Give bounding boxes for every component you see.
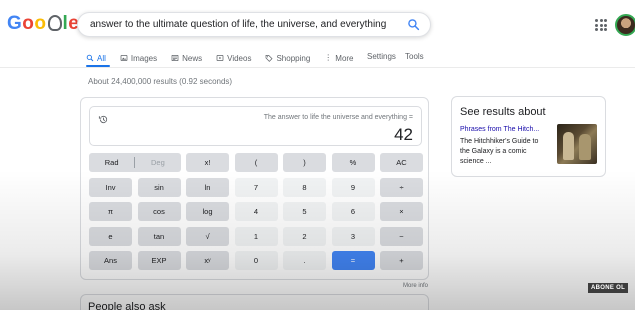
tan-key[interactable]: tan xyxy=(137,226,181,246)
tab-news[interactable]: News xyxy=(171,50,202,66)
tab-shopping[interactable]: Shopping xyxy=(265,50,310,66)
settings-link[interactable]: Settings xyxy=(367,52,396,61)
digit-3-key[interactable]: 3 xyxy=(331,226,375,246)
google-logo[interactable]: Goo le xyxy=(7,13,79,35)
search-tabs: All Images News Videos Shopping ⋮ More xyxy=(86,50,368,66)
search-box[interactable]: answer to the ultimate question of life,… xyxy=(77,12,431,37)
subtract-key[interactable]: − xyxy=(380,226,423,246)
euler-key[interactable]: e xyxy=(89,226,132,246)
ln-key[interactable]: ln xyxy=(186,177,229,197)
people-also-ask-title: People also ask xyxy=(88,301,166,310)
calculator-expression: The answer to life the universe and ever… xyxy=(263,114,413,121)
divider xyxy=(0,67,635,68)
digit-6-key[interactable]: 6 xyxy=(331,202,375,221)
video-icon xyxy=(216,54,224,62)
news-icon xyxy=(171,54,179,62)
log-key[interactable]: log xyxy=(186,202,229,221)
digit-5-key[interactable]: 5 xyxy=(283,202,326,221)
tab-label: All xyxy=(97,53,106,63)
digit-7-key[interactable]: 7 xyxy=(234,177,278,197)
rad-button[interactable]: Rad xyxy=(89,158,134,167)
more-info-link[interactable]: More info xyxy=(403,283,428,289)
equals-key[interactable]: = xyxy=(331,251,375,270)
tab-label: Images xyxy=(130,53,158,63)
history-icon[interactable] xyxy=(98,114,109,125)
calculator-display: The answer to life the universe and ever… xyxy=(89,106,422,146)
subscribe-watermark: ABONE OL xyxy=(588,283,629,293)
search-input[interactable]: answer to the ultimate question of life,… xyxy=(90,19,386,30)
decimal-key[interactable]: . xyxy=(283,251,326,270)
tab-more[interactable]: ⋮ More xyxy=(324,50,353,66)
tab-images[interactable]: Images xyxy=(120,50,157,66)
digit-0-key[interactable]: 0 xyxy=(234,251,278,270)
power-key[interactable]: xʸ xyxy=(186,251,229,270)
answer-key[interactable]: Ans xyxy=(89,251,132,270)
tab-label: News xyxy=(182,53,203,63)
apps-grid-icon[interactable] xyxy=(595,19,607,31)
digit-2-key[interactable]: 2 xyxy=(283,226,326,246)
multiply-key[interactable]: × xyxy=(380,202,423,221)
digit-9-key[interactable]: 9 xyxy=(331,177,375,197)
tag-icon xyxy=(266,54,273,62)
close-paren-key[interactable]: ) xyxy=(283,153,326,172)
tab-label: Videos xyxy=(227,53,252,63)
image-icon xyxy=(120,54,128,62)
percent-key[interactable]: % xyxy=(331,153,375,172)
digit-1-key[interactable]: 1 xyxy=(234,226,278,246)
tab-all[interactable]: All xyxy=(86,50,106,66)
avatar[interactable] xyxy=(615,14,635,36)
digit-4-key[interactable]: 4 xyxy=(234,202,278,221)
add-key[interactable]: + xyxy=(380,251,423,270)
doodle-icon xyxy=(47,15,62,31)
thumbnail-figure xyxy=(579,134,591,160)
cos-key[interactable]: cos xyxy=(137,202,181,221)
divide-key[interactable]: ÷ xyxy=(380,177,423,197)
result-link[interactable]: Phrases from The Hitch... xyxy=(460,126,539,133)
tab-videos[interactable]: Videos xyxy=(216,50,251,66)
angle-mode-toggle[interactable]: Rad Deg xyxy=(89,153,181,172)
people-also-ask: People also ask xyxy=(80,294,429,310)
search-icon xyxy=(86,54,94,62)
tools-link[interactable]: Tools xyxy=(405,52,424,61)
sqrt-key[interactable]: √ xyxy=(186,226,229,246)
exp-key[interactable]: EXP xyxy=(137,251,181,270)
calculator-keypad: Rad Deg x! ( ) % AC Inv sin ln 7 8 9 ÷ π… xyxy=(89,153,423,270)
tab-label: More xyxy=(335,53,354,63)
result-stats: About 24,400,000 results (0.92 seconds) xyxy=(88,77,233,86)
search-icon[interactable] xyxy=(407,18,420,31)
inverse-key[interactable]: Inv xyxy=(89,177,132,197)
result-description: The Hitchhiker's Guide to the Galaxy is … xyxy=(460,138,539,165)
result-thumbnail[interactable] xyxy=(557,124,597,164)
factorial-key[interactable]: x! xyxy=(186,153,229,172)
calculator-result: 42 xyxy=(394,125,413,144)
calculator-card: The answer to life the universe and ever… xyxy=(80,97,429,280)
open-paren-key[interactable]: ( xyxy=(234,153,278,172)
sin-key[interactable]: sin xyxy=(137,177,181,197)
more-vert-icon: ⋮ xyxy=(324,53,333,62)
clear-key[interactable]: AC xyxy=(380,153,423,172)
digit-8-key[interactable]: 8 xyxy=(283,177,326,197)
thumbnail-figure xyxy=(563,132,574,160)
panel-title: See results about xyxy=(460,106,546,118)
see-results-about-panel: See results about Phrases from The Hitch… xyxy=(451,96,606,177)
deg-button[interactable]: Deg xyxy=(135,158,180,167)
tab-label: Shopping xyxy=(276,53,311,63)
pi-key[interactable]: π xyxy=(89,202,132,221)
